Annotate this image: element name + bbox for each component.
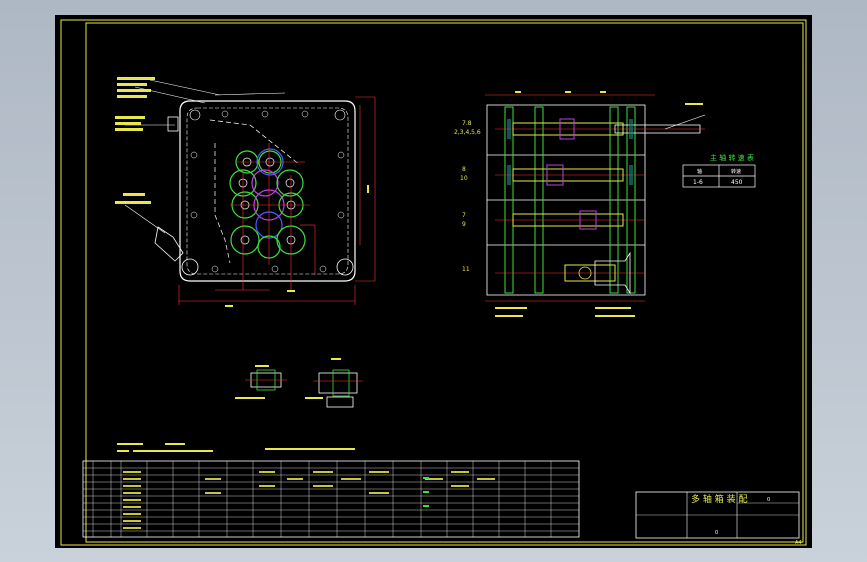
title-block-scale-label: 0 xyxy=(715,530,718,536)
row-label-2-bottom: 10 xyxy=(460,175,468,182)
row-label-2-top: 8 xyxy=(462,166,466,173)
cad-drawing-canvas: 7.8 2,3,4,5,6 8 10 7 9 11 主 轴 转 速 表 轴 转速… xyxy=(60,19,807,546)
row-label-1-top: 7.8 xyxy=(462,120,472,127)
outer-frame xyxy=(60,19,807,546)
side-section-view: 7.8 2,3,4,5,6 8 10 7 9 11 xyxy=(454,91,706,317)
front-view xyxy=(115,77,376,307)
spindle-table-header-axis: 轴 xyxy=(697,168,702,175)
detail-views xyxy=(235,358,363,408)
spindle-table-row-axis: 1-6 xyxy=(693,179,703,186)
drawing-title: 多 轴 箱 装 配 xyxy=(691,493,747,505)
row-label-3-top: 7 xyxy=(462,212,466,219)
sheet-size-mark: A4 xyxy=(795,540,802,546)
spindle-table-header-speed: 转速 xyxy=(731,168,741,175)
spindle-speed-table: 主 轴 转 速 表 轴 转速 1-6 450 xyxy=(682,153,756,188)
title-block: 多 轴 箱 装 配 0 0 xyxy=(635,491,800,539)
row-label-3-bottom: 9 xyxy=(462,221,466,228)
spindle-table-row-speed: 450 xyxy=(731,179,743,186)
title-block-small-label: 0 xyxy=(767,497,770,503)
front-view-callouts xyxy=(115,77,155,204)
spindle-table-title: 主 轴 转 速 表 xyxy=(710,153,754,162)
cad-viewport[interactable]: 7.8 2,3,4,5,6 8 10 7 9 11 主 轴 转 速 表 轴 转速… xyxy=(55,15,812,548)
parts-list-table xyxy=(82,460,580,538)
notes xyxy=(117,443,355,452)
row-label-4-top: 11 xyxy=(462,266,470,273)
row-label-1-bottom: 2,3,4,5,6 xyxy=(454,129,481,136)
